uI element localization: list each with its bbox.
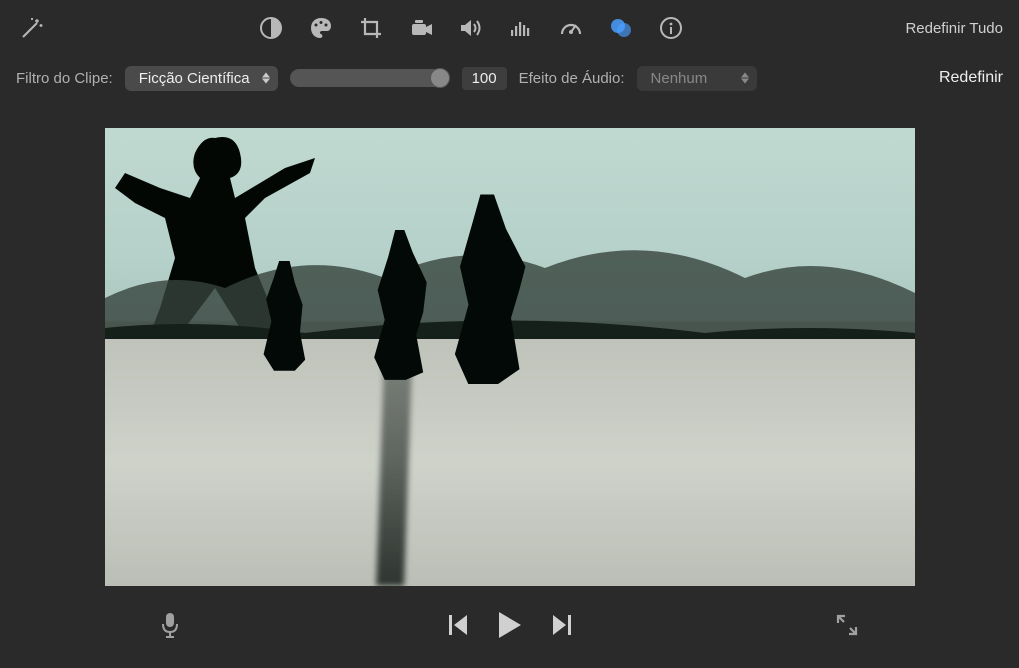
equalizer-icon <box>509 16 533 40</box>
microphone-icon <box>160 612 180 638</box>
playback-bar <box>0 598 1019 656</box>
play-button[interactable] <box>499 612 521 643</box>
chevron-updown-icon <box>741 73 749 84</box>
tool-icon-group <box>256 13 686 43</box>
equalizer-button[interactable] <box>506 13 536 43</box>
slider-knob[interactable] <box>430 68 450 88</box>
reset-all-button[interactable]: Redefinir Tudo <box>905 20 1003 37</box>
video-preview[interactable] <box>105 128 915 586</box>
viewer-area <box>0 100 1019 586</box>
stabilize-camera-button[interactable] <box>406 13 436 43</box>
clip-filter-label: Filtro do Clipe: <box>16 70 113 87</box>
previous-frame-icon <box>449 615 467 635</box>
reset-button[interactable]: Redefinir <box>939 69 1003 87</box>
intensity-slider[interactable] <box>290 69 450 87</box>
volume-button[interactable] <box>456 13 486 43</box>
fullscreen-button[interactable] <box>835 613 859 642</box>
chevron-updown-icon <box>262 73 270 84</box>
speed-button[interactable] <box>556 13 586 43</box>
volume-icon <box>458 16 484 40</box>
previous-frame-button[interactable] <box>449 615 467 640</box>
crop-icon <box>359 16 383 40</box>
enhance-wand-button[interactable] <box>16 12 48 44</box>
intensity-value-field[interactable]: 100 <box>462 67 507 90</box>
audio-effect-value: Nenhum <box>651 70 708 87</box>
next-frame-icon <box>553 615 571 635</box>
clip-filter-button[interactable] <box>606 13 636 43</box>
info-icon <box>659 16 683 40</box>
camera-icon <box>408 16 434 40</box>
palette-icon <box>308 15 334 41</box>
crop-button[interactable] <box>356 13 386 43</box>
skid-mark <box>376 363 412 586</box>
play-icon <box>499 612 521 638</box>
clip-filter-dropdown[interactable]: Ficção Científica <box>125 66 278 91</box>
contrast-button[interactable] <box>256 13 286 43</box>
slider-fill <box>290 69 450 87</box>
audio-effect-dropdown[interactable]: Nenhum <box>637 66 757 91</box>
filters-icon <box>608 16 634 40</box>
contrast-icon <box>259 16 283 40</box>
filter-controls-row: Filtro do Clipe: Ficção Científica 100 E… <box>0 56 1019 100</box>
gauge-icon <box>558 16 584 40</box>
voiceover-mic-button[interactable] <box>160 612 180 643</box>
info-button[interactable] <box>656 13 686 43</box>
next-frame-button[interactable] <box>553 615 571 640</box>
audio-effect-label: Efeito de Áudio: <box>519 70 625 87</box>
color-palette-button[interactable] <box>306 13 336 43</box>
transport-controls <box>449 612 571 643</box>
top-toolbar: Redefinir Tudo <box>0 0 1019 56</box>
clip-filter-value: Ficção Científica <box>139 70 250 87</box>
fullscreen-icon <box>835 613 859 637</box>
magic-wand-icon <box>19 15 45 41</box>
